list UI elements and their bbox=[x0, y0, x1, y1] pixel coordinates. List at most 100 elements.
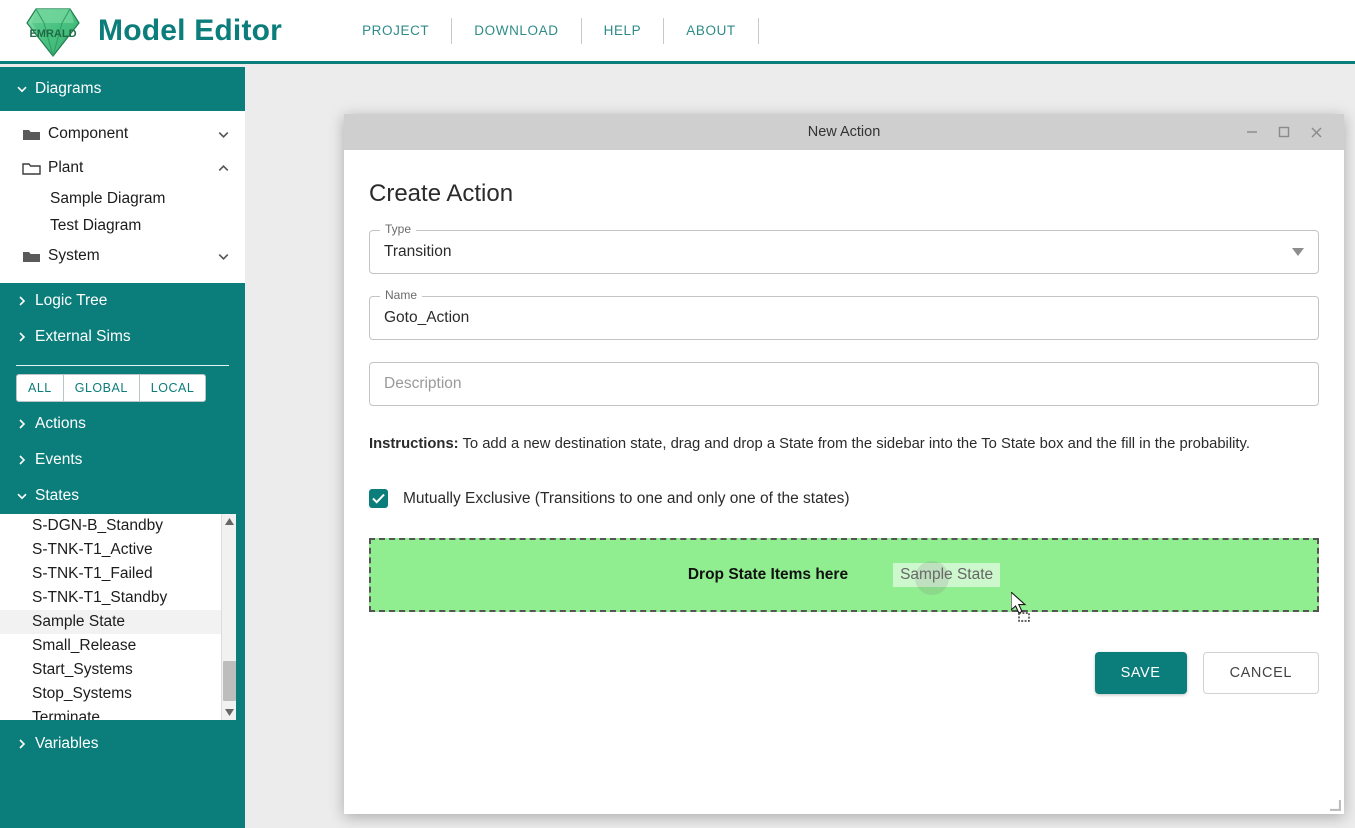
description-placeholder: Description bbox=[384, 375, 462, 392]
sidebar-label-external-sims: External Sims bbox=[35, 328, 131, 345]
nav-item-help[interactable]: HELP bbox=[582, 23, 664, 38]
name-field-label: Name bbox=[380, 288, 423, 302]
logo-text: EMRALD bbox=[29, 28, 76, 40]
chevron-right-icon bbox=[15, 417, 35, 431]
list-item[interactable]: S-DGN-B_Standby bbox=[0, 514, 245, 538]
states-list[interactable]: S-DGN-B_Standby S-TNK-T1_Active S-TNK-T1… bbox=[0, 514, 245, 720]
emrald-logo: EMRALD bbox=[22, 3, 84, 59]
list-item[interactable]: Terminate bbox=[0, 706, 245, 720]
name-field-wrapper: Name Goto_Action bbox=[369, 288, 1319, 340]
mouse-cursor bbox=[1010, 590, 1037, 629]
type-field-label: Type bbox=[380, 222, 417, 236]
sidebar: Diagrams Component Plant Sample Diagram … bbox=[0, 67, 245, 828]
new-action-dialog: New Action Create Action Type Transition bbox=[344, 114, 1344, 814]
chevron-right-icon bbox=[15, 737, 35, 751]
chevron-right-icon bbox=[15, 453, 35, 467]
page-title: Create Action bbox=[369, 180, 514, 207]
sidebar-label-events: Events bbox=[35, 451, 83, 468]
name-input[interactable]: Goto_Action bbox=[369, 296, 1319, 340]
save-button[interactable]: SAVE bbox=[1094, 652, 1187, 694]
sidebar-item-external-sims[interactable]: External Sims bbox=[0, 319, 245, 355]
diagram-folder-system[interactable]: System bbox=[0, 239, 245, 273]
diagram-item-sample-diagram[interactable]: Sample Diagram bbox=[0, 185, 245, 212]
sidebar-label-diagrams: Diagrams bbox=[35, 80, 102, 97]
sidebar-label-logic-tree: Logic Tree bbox=[35, 292, 108, 309]
description-input[interactable]: Description bbox=[369, 362, 1319, 406]
chevron-down-icon[interactable] bbox=[1292, 248, 1304, 256]
mutually-exclusive-row: Mutually Exclusive (Transitions to one a… bbox=[369, 489, 1319, 508]
sidebar-item-actions[interactable]: Actions bbox=[0, 406, 245, 442]
state-dropzone[interactable]: Drop State Items here Sample State bbox=[369, 538, 1319, 612]
scroll-down-icon[interactable] bbox=[222, 705, 237, 720]
name-input-value: Goto_Action bbox=[384, 309, 470, 326]
mutually-exclusive-label: Mutually Exclusive (Transitions to one a… bbox=[403, 489, 850, 507]
nav-divider bbox=[757, 17, 759, 44]
list-item[interactable]: Start_Systems bbox=[0, 658, 245, 682]
check-icon bbox=[372, 493, 385, 504]
type-select[interactable]: Transition bbox=[369, 230, 1319, 274]
chevron-right-icon bbox=[15, 294, 35, 308]
list-item-sample-state[interactable]: Sample State bbox=[0, 610, 245, 634]
drag-halo bbox=[915, 561, 950, 595]
app-title: Model Editor bbox=[98, 13, 283, 47]
diagram-item-test-diagram[interactable]: Test Diagram bbox=[0, 212, 245, 239]
folder-closed-icon bbox=[22, 127, 48, 142]
close-icon[interactable] bbox=[1300, 117, 1332, 147]
list-item[interactable]: S-TNK-T1_Active bbox=[0, 538, 245, 562]
sidebar-item-states[interactable]: States bbox=[0, 478, 245, 514]
maximize-icon[interactable] bbox=[1268, 117, 1300, 147]
app-root: EMRALD Model Editor PROJECT DOWNLOAD HEL… bbox=[0, 0, 1355, 828]
cancel-button[interactable]: CANCEL bbox=[1202, 652, 1319, 694]
dialog-body: Create Action Type Transition Name Goto_… bbox=[344, 150, 1344, 814]
nav-item-about[interactable]: ABOUT bbox=[664, 23, 758, 38]
instructions-text: Instructions: To add a new destination s… bbox=[369, 432, 1269, 457]
type-select-value: Transition bbox=[384, 243, 452, 260]
dialog-resize-handle[interactable] bbox=[1327, 797, 1342, 812]
chevron-down-icon[interactable] bbox=[216, 127, 231, 142]
scroll-up-icon[interactable] bbox=[222, 514, 237, 529]
sidebar-item-logic-tree[interactable]: Logic Tree bbox=[0, 283, 245, 319]
mutually-exclusive-checkbox[interactable] bbox=[369, 489, 388, 508]
instructions-label: Instructions: bbox=[369, 436, 459, 452]
diagram-folder-label: System bbox=[48, 247, 100, 264]
dropzone-label: Drop State Items here bbox=[687, 566, 849, 583]
type-field-wrapper: Type Transition bbox=[369, 222, 1319, 274]
scope-filter-group: ALL GLOBAL LOCAL bbox=[16, 374, 245, 402]
diagrams-panel: Component Plant Sample Diagram Test Diag… bbox=[0, 111, 245, 283]
app-header: EMRALD Model Editor PROJECT DOWNLOAD HEL… bbox=[0, 0, 1355, 64]
instructions-body: To add a new destination state, drag and… bbox=[458, 436, 1250, 452]
nav-item-project[interactable]: PROJECT bbox=[340, 23, 451, 38]
diagram-folder-component[interactable]: Component bbox=[0, 117, 245, 151]
states-scrollbar[interactable] bbox=[221, 514, 236, 720]
sidebar-item-diagrams[interactable]: Diagrams bbox=[0, 67, 245, 111]
dialog-actions: SAVE CANCEL bbox=[369, 652, 1319, 694]
sidebar-item-variables[interactable]: Variables bbox=[0, 726, 245, 762]
sidebar-label-states: States bbox=[35, 487, 79, 504]
chevron-down-icon[interactable] bbox=[216, 249, 231, 264]
minimize-icon[interactable] bbox=[1236, 117, 1268, 147]
scope-filter-global[interactable]: GLOBAL bbox=[62, 374, 140, 402]
scrollbar-thumb[interactable] bbox=[223, 661, 236, 701]
chevron-down-icon bbox=[15, 82, 35, 96]
list-item[interactable]: S-TNK-T1_Failed bbox=[0, 562, 245, 586]
chevron-up-icon[interactable] bbox=[216, 161, 231, 176]
scope-filter-local[interactable]: LOCAL bbox=[138, 374, 207, 402]
scope-filter-all[interactable]: ALL bbox=[16, 374, 64, 402]
diagram-folder-label: Plant bbox=[48, 159, 84, 176]
chevron-right-icon bbox=[15, 330, 35, 344]
drag-ghost-sample-state[interactable]: Sample State bbox=[893, 561, 1001, 595]
chevron-down-icon bbox=[15, 489, 35, 503]
sidebar-divider bbox=[16, 365, 229, 366]
list-item[interactable]: S-TNK-T1_Standby bbox=[0, 586, 245, 610]
dialog-title-bar[interactable]: New Action bbox=[344, 114, 1344, 150]
list-item[interactable]: Small_Release bbox=[0, 634, 245, 658]
nav-item-download[interactable]: DOWNLOAD bbox=[452, 23, 580, 38]
sidebar-item-events[interactable]: Events bbox=[0, 442, 245, 478]
sidebar-label-variables: Variables bbox=[35, 735, 99, 752]
folder-closed-icon bbox=[22, 249, 48, 264]
description-field-wrapper: Description bbox=[369, 362, 1319, 406]
diagram-folder-plant[interactable]: Plant bbox=[0, 151, 245, 185]
list-item[interactable]: Stop_Systems bbox=[0, 682, 245, 706]
dialog-title: New Action bbox=[807, 124, 881, 140]
folder-open-icon bbox=[22, 161, 48, 176]
